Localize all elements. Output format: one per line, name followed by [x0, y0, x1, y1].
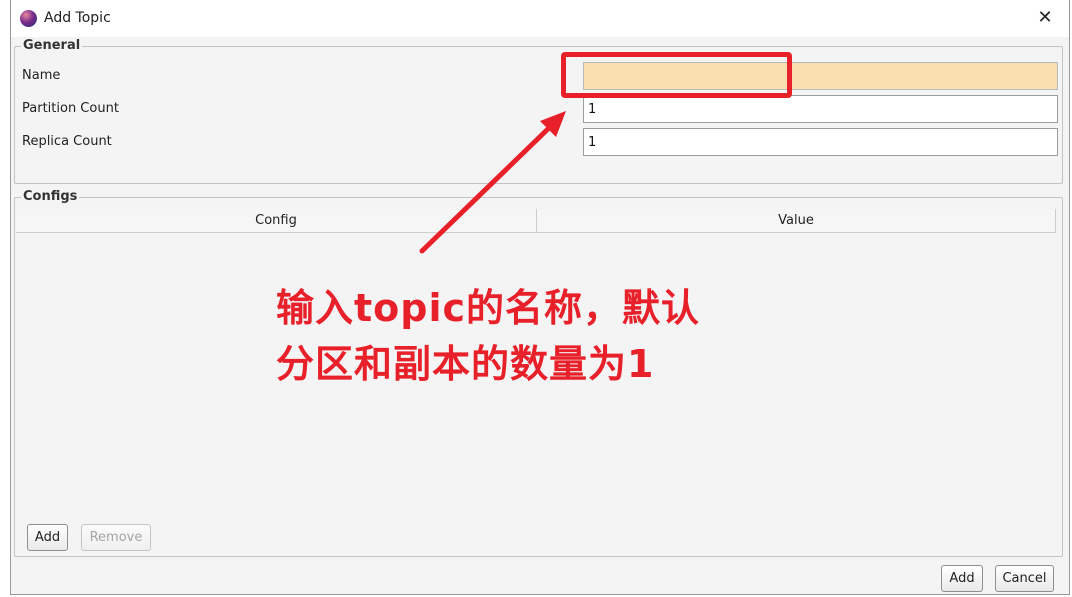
annotation-text: 输入topic的名称，默认 分区和副本的数量为1 — [276, 280, 796, 392]
annotation-line-1: 输入topic的名称，默认 — [276, 286, 701, 330]
annotation-line-2: 分区和副本的数量为1 — [276, 342, 655, 386]
